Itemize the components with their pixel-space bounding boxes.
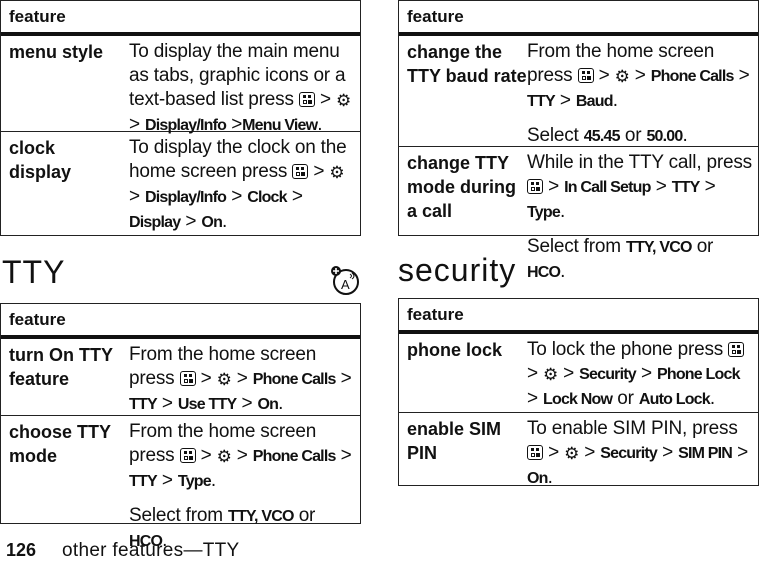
tty-continued-feature-table: feature change the TTY baud rate From th… — [398, 0, 759, 282]
table-row: change TTY mode during a call While in t… — [399, 146, 758, 282]
settings-icon: ⚙ — [564, 444, 580, 463]
display-feature-table: feature menu style To display the main m… — [0, 0, 361, 236]
feature-name: clock display — [9, 138, 72, 182]
section-title-tty: TTY — [2, 254, 66, 290]
table-row: turn On TTY feature From the home screen… — [1, 339, 360, 415]
menu-key-icon — [292, 164, 309, 179]
tty-feature-table: feature turn On TTY feature From the hom… — [0, 303, 361, 551]
feature-name: enable SIM PIN — [407, 419, 502, 463]
table-row: phone lock To lock the phone press > ⚙ >… — [399, 334, 758, 412]
table-row: choose TTY mode From the home screen pre… — [1, 415, 360, 551]
table-row: menu style To display the main menu as t… — [1, 36, 360, 135]
table-header: feature — [399, 1, 758, 36]
table-header: feature — [1, 1, 360, 36]
feature-name: turn On TTY feature — [9, 345, 113, 389]
table-row: clock display To display the clock on th… — [1, 131, 360, 235]
settings-icon: ⚙ — [329, 163, 345, 182]
menu-key-icon — [577, 68, 594, 83]
settings-icon: ⚙ — [335, 91, 351, 110]
table-header: feature — [1, 304, 360, 339]
svg-text:A: A — [341, 277, 350, 292]
table-row: enable SIM PIN To enable SIM PIN, press … — [399, 412, 758, 493]
table-header: feature — [399, 299, 758, 334]
feature-description: To enable SIM PIN, press > ⚙ > Security … — [527, 418, 749, 488]
page-footer-title: other features—TTY — [62, 540, 240, 561]
menu-key-icon — [527, 445, 543, 460]
settings-icon: ⚙ — [614, 67, 630, 86]
settings-icon: ⚙ — [216, 370, 232, 389]
page-number: 126 — [6, 540, 37, 560]
feature-description: To display the main menu as tabs, graphi… — [129, 41, 351, 135]
feature-description: To lock the phone press > ⚙ > Security >… — [527, 334, 758, 412]
menu-key-icon — [527, 179, 543, 194]
section-title-security: security — [398, 252, 517, 288]
feature-description: From the home screen press > ⚙ > Phone C… — [129, 421, 352, 551]
security-feature-table: feature phone lock To lock the phone pre… — [398, 298, 759, 488]
feature-description: While in the TTY call, press > In Call S… — [527, 152, 752, 282]
menu-key-icon — [298, 92, 315, 107]
feature-name: phone lock — [407, 340, 503, 360]
menu-key-icon — [179, 371, 196, 386]
feature-description: From the home screen press > ⚙ > Phone C… — [129, 344, 352, 414]
menu-key-icon — [728, 342, 745, 357]
network-feature-icon: A — [331, 266, 359, 295]
settings-icon: ⚙ — [216, 447, 232, 466]
feature-description: To display the clock on the home screen … — [129, 137, 347, 232]
feature-name: change the TTY baud rate — [407, 42, 527, 86]
feature-name: choose TTY mode — [9, 422, 111, 466]
settings-icon: ⚙ — [543, 365, 559, 384]
feature-description: From the home screen press > ⚙ > Phone C… — [527, 41, 750, 146]
feature-name: change TTY mode during a call — [407, 153, 516, 221]
menu-key-icon — [179, 448, 196, 463]
table-row: change the TTY baud rate From the home s… — [399, 36, 758, 146]
feature-name: menu style — [9, 42, 104, 62]
